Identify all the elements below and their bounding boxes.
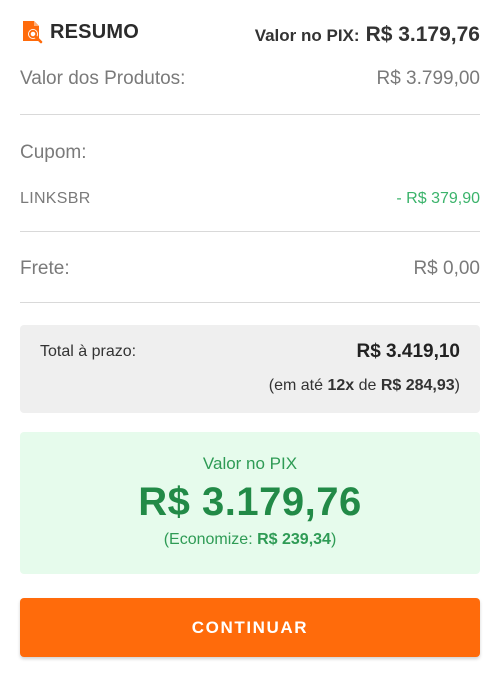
pix-amount: R$ 3.179,76 <box>138 480 362 524</box>
installments-middle: de <box>354 377 381 394</box>
header-pix-amount: R$ 3.179,76 <box>365 23 480 46</box>
summary-title: RESUMO <box>50 20 139 43</box>
coupon-code: LINKSBR <box>20 190 91 207</box>
installments-count: 12x <box>327 377 355 394</box>
coupon-discount: - R$ 379,90 <box>396 190 480 207</box>
divider <box>20 114 480 115</box>
pix-savings: (Economize: R$ 239,34) <box>20 531 480 549</box>
installments-suffix: ) <box>454 377 460 394</box>
receipt-search-icon <box>20 20 44 44</box>
savings-suffix: ) <box>330 531 337 548</box>
shipping-row: Frete: R$ 0,00 <box>20 254 480 284</box>
savings-value: R$ 239,34 <box>257 531 331 548</box>
pix-label: Valor no PIX <box>202 454 298 473</box>
installments-info: (em até 12x de R$ 284,93) <box>40 377 460 395</box>
installment-total-box: Total à prazo: R$ 3.419,10 (em até 12x d… <box>20 325 480 413</box>
summary-brand: RESUMO <box>20 20 139 44</box>
installments-prefix: (em até <box>268 377 328 394</box>
shipping-value: R$ 0,00 <box>413 258 480 279</box>
shipping-label: Frete: <box>20 258 70 279</box>
coupon-detail-row: LINKSBR - R$ 379,90 <box>20 186 480 212</box>
divider <box>20 231 480 232</box>
products-row: Valor dos Produtos: R$ 3.799,00 <box>20 64 480 94</box>
header-pix-label: Valor no PIX: <box>254 26 360 45</box>
products-value: R$ 3.799,00 <box>376 68 480 89</box>
products-label: Valor dos Produtos: <box>20 68 186 89</box>
savings-prefix: (Economize: <box>163 531 258 548</box>
installments-value: R$ 284,93 <box>380 377 455 394</box>
coupon-label: Cupom: <box>20 142 87 163</box>
total-value: R$ 3.419,10 <box>356 341 460 362</box>
total-row: Total à prazo: R$ 3.419,10 <box>40 341 460 363</box>
continue-button[interactable]: CONTINUAR <box>20 598 480 657</box>
coupon-row: Cupom: <box>20 139 480 167</box>
header-pix-value: Valor no PIX: R$ 3.179,76 <box>255 23 480 47</box>
divider <box>20 302 480 303</box>
pix-price-box: Valor no PIX R$ 3.179,76 (Economize: R$ … <box>20 432 480 574</box>
summary-header: RESUMO Valor no PIX: R$ 3.179,76 <box>20 14 480 50</box>
total-label: Total à prazo: <box>40 343 137 360</box>
